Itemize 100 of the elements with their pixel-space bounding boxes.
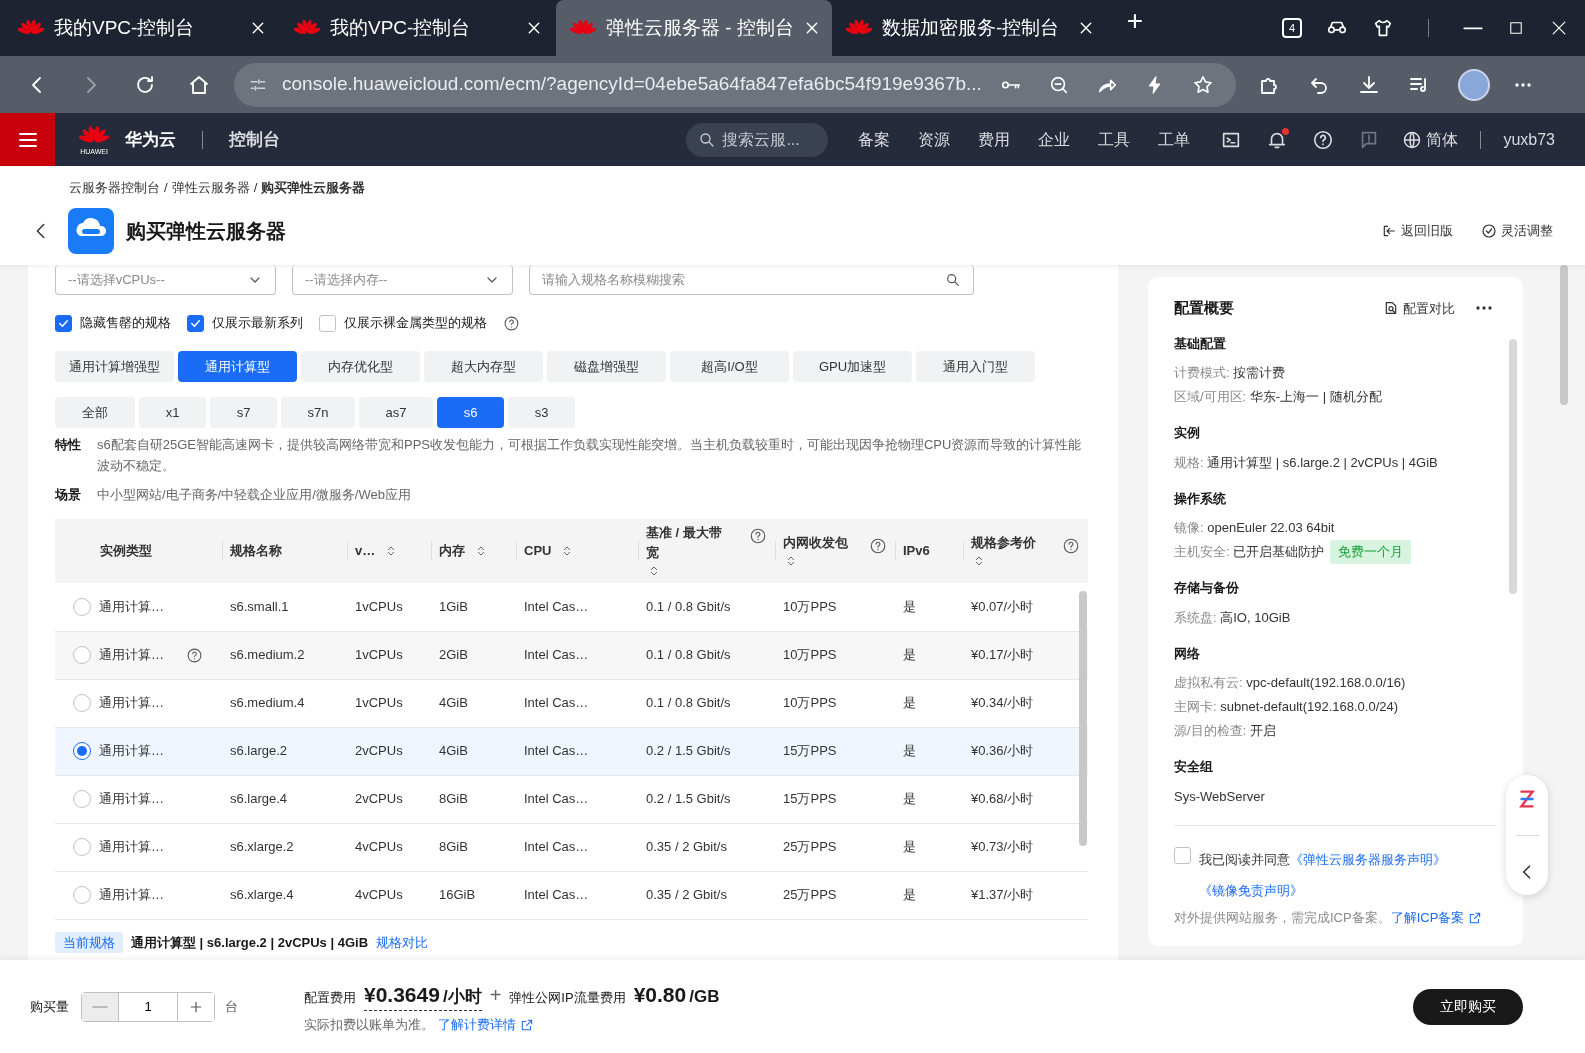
spec-compare-link[interactable]: 规格对比 — [376, 932, 429, 952]
nav-link[interactable]: 工具 — [1084, 127, 1145, 152]
vcpu-select[interactable]: --请选择vCPUs-- — [55, 265, 276, 295]
nav-link[interactable]: 资源 — [904, 127, 965, 152]
table-cell-text: 通用计算… — [99, 646, 164, 665]
table-cell-text: 通用计算… — [99, 598, 164, 616]
browser-tab[interactable]: 弹性云服务器 - 控制台 — [556, 0, 832, 56]
more-icon[interactable] — [1514, 81, 1532, 88]
checkbox-option[interactable]: 隐藏售罄的规格 — [55, 313, 171, 333]
table-cell: Intel Cas… — [524, 887, 589, 903]
description-text: s6配套自研25GE智能高速网卡，提供较高网络带宽和PPS收发包能力，可根据工作负载实现性能突增。当主机负载较重时，可能出现因争抢物理CPU资源而导致的计算性能波动不稳定。 — [97, 436, 1083, 475]
spec-search-field[interactable]: 请输入规格名称模糊搜索 — [529, 265, 974, 295]
checkbox-option[interactable]: 仅展示最新系列 — [187, 313, 303, 333]
browser-tab[interactable]: 数据加密服务-控制台 — [832, 0, 1108, 56]
quantity-field[interactable]: 1 — [118, 992, 178, 1021]
table-cell: s6.xlarge.2 — [230, 839, 294, 855]
column-header[interactable]: 实例类型 — [100, 541, 152, 561]
nav-link[interactable]: 工单 — [1144, 127, 1205, 152]
radio-button[interactable] — [73, 886, 91, 904]
breadcrumb-link[interactable]: 弹性云服务器 — [171, 178, 250, 198]
compare-button[interactable]: 配置对比 — [1377, 297, 1461, 319]
user-menu[interactable]: yuxb73 — [1489, 127, 1569, 152]
flexible-adjust-button[interactable]: 灵活调整 — [1475, 220, 1559, 242]
instance-type-tab[interactable]: 内存优化型 — [301, 351, 420, 382]
breadcrumb-current: 购买弹性云服务器 — [261, 179, 366, 198]
agreement-link[interactable]: 《镜像免责声明》 — [1199, 882, 1303, 898]
language-button[interactable]: 简体 — [1388, 127, 1473, 152]
instance-type-tab[interactable]: 通用入门型 — [916, 351, 1035, 382]
column-header[interactable]: 规格参考价 — [971, 533, 1036, 553]
column-header[interactable]: 内存 — [439, 541, 465, 561]
help-icon[interactable] — [749, 527, 767, 545]
memory-select[interactable]: --请选择内存-- — [292, 265, 513, 295]
agreement-checkbox[interactable] — [1174, 846, 1191, 864]
browser-tab[interactable]: 我的VPC-控制台 — [280, 0, 556, 56]
series-tab[interactable]: s6 — [437, 397, 504, 428]
buy-now-button[interactable]: 立即购买 — [1413, 988, 1523, 1025]
help-icon[interactable] — [1062, 537, 1080, 555]
table-cell: 是 — [903, 791, 916, 807]
close-icon[interactable] — [250, 20, 266, 36]
instance-type-tab[interactable]: 通用计算增强型 — [55, 351, 174, 382]
table-cell: s6.small.1 — [230, 599, 289, 614]
radio-button[interactable] — [73, 790, 91, 808]
series-tab[interactable]: s3 — [508, 397, 575, 428]
instance-type-tab[interactable]: 通用计算型 — [178, 351, 297, 382]
nav-link[interactable]: 备案 — [844, 127, 905, 152]
agreement-link[interactable]: 《弹性云服务器服务声明》 — [1290, 851, 1446, 867]
close-icon[interactable] — [1078, 20, 1094, 36]
series-tab[interactable]: x1 — [139, 397, 206, 428]
current-spec-text: 通用计算型 | s6.large.2 | 2vCPUs | 4GiB — [131, 933, 369, 952]
column-header[interactable]: IPv6 — [903, 541, 930, 561]
radio-button[interactable] — [73, 597, 91, 616]
radio-button[interactable] — [73, 694, 91, 712]
minimize-icon[interactable] — [1463, 26, 1483, 30]
section-heading: 基础配置 — [1174, 334, 1227, 353]
column-header[interactable]: v… — [355, 541, 376, 561]
table-cell: 8GiB — [439, 791, 468, 807]
new-tab-button[interactable]: + — [1108, 0, 1162, 56]
icp-link[interactable]: 了解ICP备案 — [1390, 909, 1483, 925]
return-old-version-button[interactable]: 返回旧版 — [1375, 220, 1459, 242]
radio-button[interactable] — [73, 646, 91, 664]
help-icon[interactable] — [186, 646, 203, 664]
billing-details-link[interactable]: 了解计费详情 — [438, 1015, 534, 1035]
series-tab[interactable]: as7 — [359, 397, 433, 428]
series-tab[interactable]: s7 — [210, 397, 277, 428]
instance-type-tab[interactable]: GPU加速型 — [793, 351, 912, 382]
instance-type-tab[interactable]: 超大内存型 — [424, 351, 543, 382]
maximize-icon[interactable] — [1507, 19, 1525, 37]
radio-button[interactable] — [73, 742, 91, 760]
checkbox-option[interactable]: 仅展示裸金属类型的规格 — [319, 313, 487, 333]
menu-button[interactable] — [0, 113, 55, 166]
help-icon[interactable] — [1312, 128, 1335, 151]
avatar[interactable] — [1458, 68, 1490, 101]
table-cell: 8GiB — [439, 839, 468, 855]
column-header[interactable]: 规格名称 — [230, 541, 282, 561]
breadcrumb-link[interactable]: 云服务器控制台 — [69, 178, 160, 198]
search-field[interactable]: 搜索云服... — [686, 122, 829, 157]
browser-tab[interactable]: 我的VPC-控制台 — [4, 0, 280, 56]
series-tab[interactable]: s7n — [281, 397, 355, 428]
help-icon[interactable] — [503, 314, 520, 332]
series-tab[interactable]: 全部 — [55, 397, 135, 428]
nav-link[interactable]: 费用 — [964, 127, 1025, 152]
section-heading: 存储与备份 — [1174, 579, 1240, 597]
assistant-icon[interactable] — [1516, 787, 1538, 810]
tab-count-button[interactable]: 4 — [1282, 18, 1302, 38]
table-cell: 是 — [903, 887, 916, 903]
nav-link[interactable]: 企业 — [1024, 127, 1085, 152]
star-icon[interactable] — [1192, 73, 1214, 96]
help-icon[interactable] — [869, 537, 887, 555]
radio-button[interactable] — [73, 838, 91, 856]
instance-type-tab[interactable]: 磁盘增强型 — [547, 351, 666, 382]
quantity-stepper[interactable]: 1 — [81, 991, 215, 1022]
external-link-icon — [520, 1017, 534, 1032]
close-icon[interactable] — [526, 20, 542, 36]
more-icon[interactable] — [1475, 305, 1493, 312]
instance-type-tab[interactable]: 超高I/O型 — [670, 351, 789, 382]
table-cell: 1vCPUs — [355, 599, 403, 614]
table-cell: s6.large.2 — [230, 743, 288, 759]
shirt-icon[interactable] — [1372, 17, 1394, 39]
column-header[interactable]: CPU — [524, 541, 552, 561]
column-header[interactable]: 内网收发包 — [783, 533, 848, 553]
